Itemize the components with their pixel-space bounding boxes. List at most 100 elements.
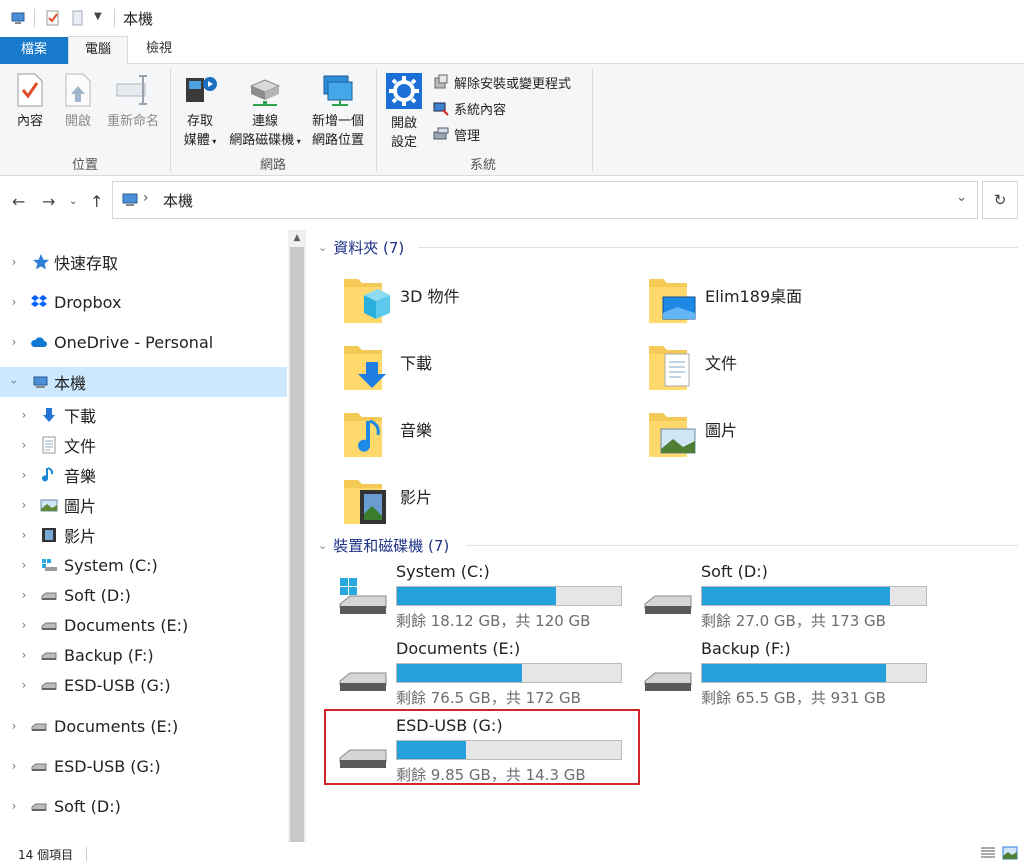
large-icons-view-icon[interactable] [1002, 846, 1018, 860]
sidebar-item-documents[interactable]: › 文件 [0, 430, 287, 460]
expand-chevron-icon[interactable]: › [18, 498, 30, 512]
open-button[interactable]: 開啟 [60, 72, 96, 131]
sidebar-item-soft-d[interactable]: › Soft (D:) [0, 580, 287, 610]
expand-chevron-icon[interactable]: › [8, 759, 20, 773]
expand-chevron-icon[interactable]: › [8, 255, 20, 269]
address-bar[interactable]: › 本機 ⌄ [112, 181, 978, 219]
expand-chevron-icon[interactable]: › [18, 438, 30, 452]
sidebar-item-label: 圖片 [64, 497, 97, 516]
folder-3d-objects[interactable]: 3D 物件 [342, 273, 642, 335]
drive-backup-f[interactable]: Backup (F:) 剩餘 65.5 GB，共 931 GB [643, 639, 943, 711]
address-dropdown-icon[interactable]: ⌄ [956, 190, 967, 205]
sidebar-item-soft-d-removable[interactable]: › Soft (D:) [0, 791, 287, 821]
folder-desktop[interactable]: Elim189桌面 [647, 273, 947, 335]
drives-section-header[interactable]: ⌄ 裝置和磁碟機 (7) [318, 535, 449, 556]
sidebar-item-pictures[interactable]: › 圖片 [0, 490, 287, 520]
properties-icon[interactable] [45, 10, 61, 26]
uninstall-label: 解除安裝或變更程式 [454, 76, 572, 92]
manage-button[interactable]: 管理 [433, 123, 480, 145]
sidebar-item-onedrive[interactable]: › OneDrive - Personal [0, 327, 287, 357]
details-view-icon[interactable] [980, 846, 996, 860]
sidebar-item-backup-f[interactable]: › Backup (F:) [0, 640, 287, 670]
map-drive-label-1: 連線 [251, 114, 278, 129]
drive-icon [41, 682, 57, 690]
sidebar-item-label: 音樂 [64, 467, 97, 486]
sidebar-scroll-thumb[interactable] [290, 247, 304, 843]
film-icon [42, 528, 56, 542]
properties-icon [17, 73, 43, 107]
sidebar-item-label: 文件 [64, 437, 97, 456]
collapse-chevron-icon[interactable]: › [7, 376, 21, 388]
open-settings-button[interactable]: 開啟 設定 [384, 72, 424, 152]
folder-music[interactable]: 音樂 [342, 407, 642, 469]
expand-chevron-icon[interactable]: › [18, 558, 30, 572]
drive-soft-d[interactable]: Soft (D:) 剩餘 27.0 GB，共 173 GB [643, 562, 943, 634]
access-media-label-1: 存取 [186, 114, 213, 129]
tab-view[interactable]: 檢視 [132, 36, 186, 64]
folder-videos[interactable]: 影片 [342, 474, 642, 536]
expand-chevron-icon[interactable]: › [18, 648, 30, 662]
map-network-drive-button[interactable]: 連線 網路磁碟機 ▾ [226, 72, 304, 151]
drive-documents-e[interactable]: Documents (E:) 剩餘 76.5 GB，共 172 GB [338, 639, 638, 711]
collapse-chevron-icon[interactable]: ⌄ [318, 539, 327, 552]
collapse-chevron-icon[interactable]: ⌄ [318, 241, 327, 254]
sidebar-item-dropbox[interactable]: › Dropbox [0, 287, 287, 317]
ribbon-tabs: 檔案 電腦 檢視 [0, 36, 1024, 65]
expand-chevron-icon[interactable]: › [18, 468, 30, 482]
navigation-pane: › 快速存取 › Dropbox › OneDrive - Personal ›… [0, 230, 288, 842]
folder-documents[interactable]: 文件 [647, 340, 947, 402]
folder-downloads[interactable]: 下載 [342, 340, 642, 402]
expand-chevron-icon[interactable]: › [18, 618, 30, 632]
properties-button[interactable]: 內容 [12, 72, 48, 131]
drive-free-space: 剩餘 76.5 GB，共 172 GB [396, 689, 581, 707]
expand-chevron-icon[interactable]: › [8, 335, 20, 349]
sidebar-item-label: OneDrive - Personal [54, 332, 214, 352]
tab-computer[interactable]: 電腦 [68, 36, 128, 65]
drive-icon [644, 672, 692, 691]
expand-chevron-icon[interactable]: › [8, 799, 20, 813]
folder-pictures[interactable]: 圖片 [647, 407, 947, 469]
access-media-button[interactable]: 存取 媒體 ▾ [178, 72, 222, 151]
sidebar-item-quick-access[interactable]: › 快速存取 [0, 247, 287, 277]
sidebar-item-label: System (C:) [64, 555, 158, 575]
folder-label: Elim189桌面 [705, 287, 803, 306]
expand-chevron-icon[interactable]: › [18, 528, 30, 542]
breadcrumb-chevron-icon[interactable]: › [143, 190, 149, 206]
sidebar-item-videos[interactable]: › 影片 [0, 520, 287, 550]
expand-chevron-icon[interactable]: › [18, 678, 30, 692]
folders-section-header[interactable]: ⌄ 資料夾 (7) [318, 237, 404, 258]
windows-drive-icon [339, 578, 387, 614]
expand-chevron-icon[interactable]: › [18, 408, 30, 422]
sidebar-item-documents-e[interactable]: › Documents (E:) [0, 610, 287, 640]
up-arrow-icon[interactable]: ↑ [90, 192, 103, 211]
access-media-label-2: 媒體 [183, 133, 210, 148]
sidebar-item-esd-usb-g-removable[interactable]: › ESD-USB (G:) [0, 751, 287, 781]
sidebar-item-documents-e-removable[interactable]: › Documents (E:) [0, 711, 287, 741]
expand-chevron-icon[interactable]: › [8, 295, 20, 309]
new-folder-icon[interactable] [70, 10, 86, 26]
drive-system-c[interactable]: System (C:) 剩餘 18.12 GB，共 120 GB [338, 562, 638, 634]
drive-usage-fill [702, 664, 886, 682]
forward-arrow-icon[interactable]: → [42, 192, 55, 211]
recent-locations-chevron-icon[interactable]: ⌄ [69, 196, 77, 207]
add-location-label-2: 網路位置 [311, 133, 364, 148]
customize-toolbar-icon[interactable]: ▼ [94, 11, 110, 27]
address-path[interactable]: 本機 [163, 190, 193, 211]
sidebar-item-music[interactable]: › 音樂 [0, 460, 287, 490]
expand-chevron-icon[interactable]: › [18, 588, 30, 602]
sidebar-item-esd-usb-g[interactable]: › ESD-USB (G:) [0, 670, 287, 700]
folder-label: 圖片 [705, 421, 738, 440]
add-network-location-button[interactable]: 新增一個 網路位置 [306, 72, 370, 150]
refresh-button[interactable]: ↻ [982, 181, 1018, 219]
settings-gear-icon [386, 73, 422, 109]
scroll-up-arrow-icon[interactable]: ▲ [288, 230, 306, 246]
system-properties-button[interactable]: 系統內容 [433, 97, 506, 119]
expand-chevron-icon[interactable]: › [8, 719, 20, 733]
sidebar-item-downloads[interactable]: › 下載 [0, 400, 287, 430]
back-arrow-icon[interactable]: ← [12, 192, 25, 211]
sidebar-item-system-c[interactable]: › System (C:) [0, 550, 287, 580]
rename-button[interactable]: 重新命名 [103, 72, 163, 131]
tab-file[interactable]: 檔案 [0, 37, 68, 64]
uninstall-programs-button[interactable]: 解除安裝或變更程式 [433, 71, 571, 93]
sidebar-item-this-pc[interactable]: › 本機 [0, 367, 287, 397]
